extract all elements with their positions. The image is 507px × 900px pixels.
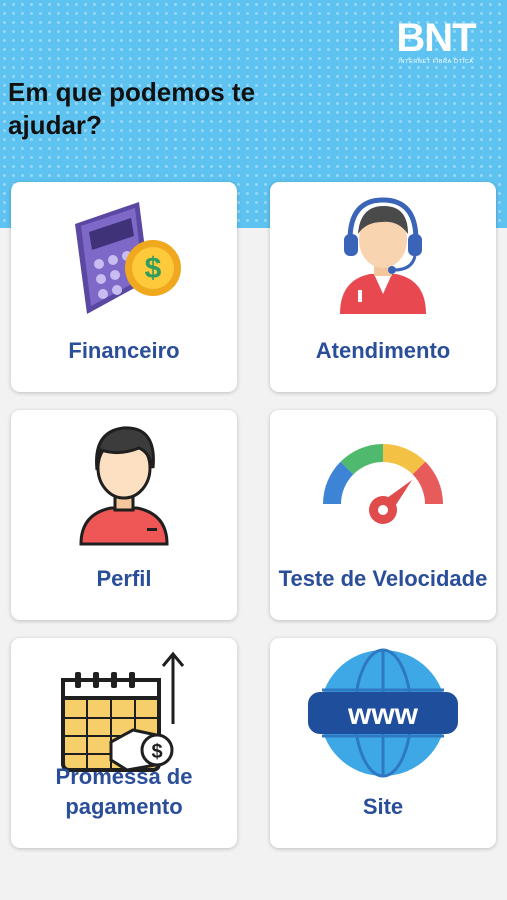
card-label: Site — [362, 794, 404, 819]
page-title: Em que podemos te ajudar? — [8, 77, 256, 140]
brand-logo: BNT INTERNET FIBRA ÓTICA — [395, 18, 477, 66]
card-label: Financeiro — [68, 338, 180, 363]
svg-text:www: www — [347, 698, 419, 731]
headset-agent-icon — [340, 197, 426, 314]
card-label: Teste de Velocidade — [278, 566, 488, 591]
card-atendimento[interactable]: Atendimento — [270, 182, 496, 392]
speedometer-icon — [323, 444, 443, 524]
card-label: Atendimento — [315, 338, 451, 363]
card-perfil[interactable]: Perfil — [11, 410, 237, 620]
svg-text:$: $ — [151, 741, 162, 763]
brand-tagline: INTERNET FIBRA ÓTICA — [398, 59, 474, 65]
globe-www-icon: www — [308, 648, 458, 778]
brand-logo-mark: BNT — [396, 16, 476, 60]
card-site[interactable]: www Site — [270, 638, 496, 848]
card-promessa-de-pagamento[interactable]: $ Promessa de pagamento — [11, 638, 237, 848]
card-financeiro[interactable]: $ Financeiro — [11, 182, 237, 392]
svg-text:$: $ — [145, 252, 162, 285]
user-profile-icon — [79, 426, 169, 546]
card-label: Promessa de pagamento — [55, 764, 193, 819]
card-teste-de-velocidade[interactable]: Teste de Velocidade — [270, 410, 496, 620]
card-label: Perfil — [96, 566, 152, 591]
calculator-money-icon: $ — [75, 202, 181, 314]
